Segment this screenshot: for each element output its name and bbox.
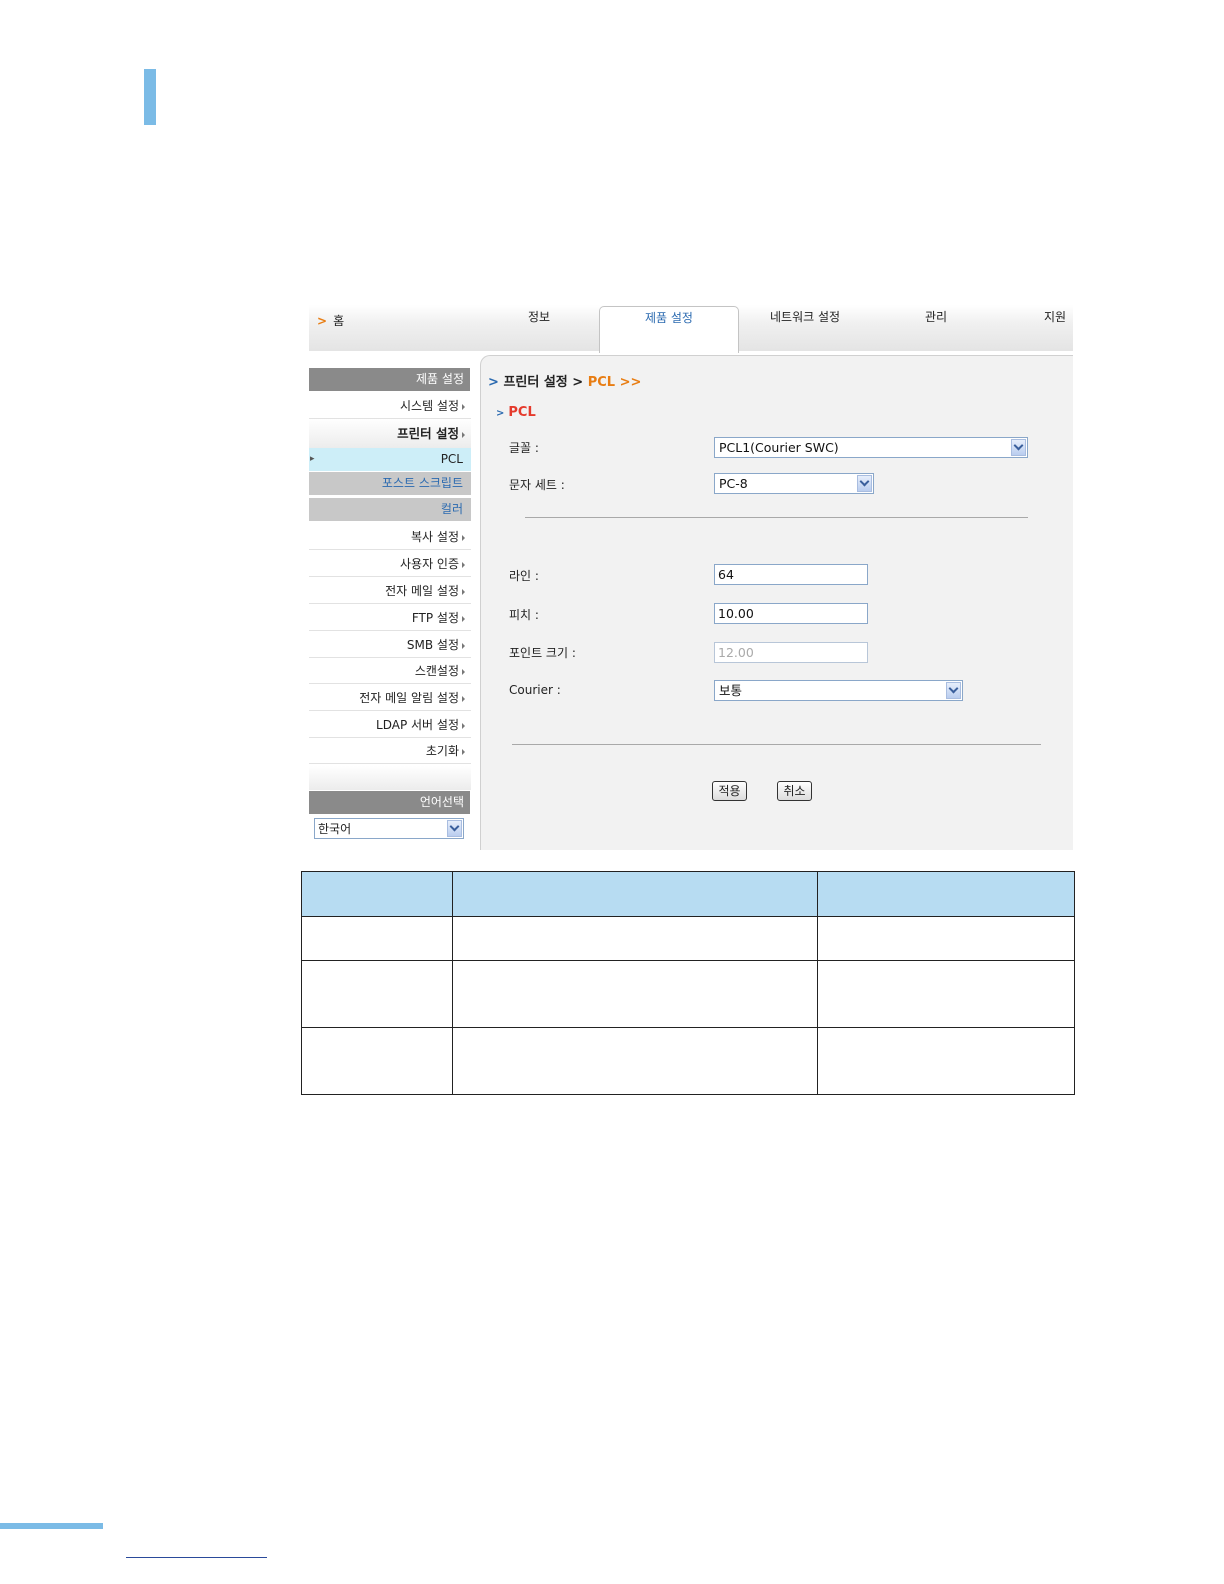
arrow-right-icon: [462, 642, 465, 649]
table-header-cell: [301, 871, 453, 917]
footer-rule: [126, 1557, 267, 1558]
breadcrumb-separator: >: [572, 375, 584, 390]
chevron-down-icon: [1011, 439, 1026, 456]
symbol-set-select[interactable]: PC-8: [714, 473, 874, 494]
arrow-right-icon: ▸: [310, 454, 315, 464]
table-cell: [817, 1027, 1075, 1095]
footer-accent-bar: [0, 1523, 103, 1529]
lines-label: 라인 :: [509, 569, 539, 583]
language-select[interactable]: 한국어: [314, 818, 464, 839]
pitch-input[interactable]: 10.00: [714, 603, 868, 624]
sidebar-item-ldap-settings[interactable]: LDAP 서버 설정: [309, 712, 471, 738]
courier-label: Courier :: [509, 683, 561, 697]
table-row: [301, 916, 1075, 961]
tab-info[interactable]: 정보: [528, 308, 550, 325]
table-cell: [452, 1027, 818, 1095]
tab-management[interactable]: 관리: [925, 308, 947, 325]
divider: [525, 517, 1028, 518]
nav-home-link[interactable]: > 홈: [317, 312, 344, 329]
chevron-down-icon: [447, 820, 462, 837]
chevron-down-icon: [946, 682, 961, 699]
arrow-right-icon: [462, 748, 465, 755]
tab-network-settings[interactable]: 네트워크 설정: [770, 308, 840, 325]
sidebar-subitem-color[interactable]: 컬러: [309, 498, 471, 521]
arrow-right-icon: [462, 431, 465, 438]
table-cell: [452, 960, 818, 1028]
top-navigation: > 홈 정보 제품 설정 네트워크 설정 관리 지원: [309, 305, 1073, 353]
description-table: [301, 871, 1075, 1095]
arrow-right-icon: [462, 403, 465, 410]
arrow-right-icon: [462, 615, 465, 622]
font-select[interactable]: PCL1(Courier SWC): [714, 437, 1028, 458]
point-size-label: 포인트 크기 :: [509, 646, 576, 660]
breadcrumb: > 프린터 설정 > PCL >>: [488, 375, 642, 390]
table-header-cell: [452, 871, 818, 917]
arrow-right-icon: [462, 695, 465, 702]
language-header: 언어선택: [309, 791, 470, 814]
cancel-button[interactable]: 취소: [777, 781, 812, 801]
sidebar-header: 제품 설정: [309, 368, 470, 391]
sidebar-subitem-pcl[interactable]: ▸ PCL: [309, 448, 471, 471]
main-panel: > 프린터 설정 > PCL >> > PCL 글꼴 : PCL1(Courier…: [480, 355, 1073, 850]
table-cell: [817, 960, 1075, 1028]
sidebar-item-reset[interactable]: 초기화: [309, 738, 471, 764]
section-title: > PCL: [496, 405, 536, 420]
arrow-right-icon: [462, 722, 465, 729]
courier-select[interactable]: 보통: [714, 680, 963, 701]
tab-support[interactable]: 지원: [1044, 308, 1066, 325]
pitch-label: 피치 :: [509, 608, 539, 622]
apply-button[interactable]: 적용: [712, 781, 747, 801]
table-cell: [301, 1027, 453, 1095]
font-label: 글꼴 :: [509, 441, 539, 455]
arrow-right-icon: [462, 534, 465, 541]
divider: [512, 744, 1041, 745]
table-header-row: [301, 871, 1075, 917]
arrow-right-icon: [462, 561, 465, 568]
sidebar-item-user-auth[interactable]: 사용자 인증: [309, 551, 471, 577]
sidebar-item-system-settings[interactable]: 시스템 설정: [309, 393, 471, 419]
table-row: [301, 960, 1075, 1028]
chevron-right-icon: >: [488, 375, 499, 390]
chapter-marker-bar: [144, 69, 156, 125]
sidebar-item-printer-settings[interactable]: 프린터 설정: [309, 419, 471, 448]
sidebar-item-ftp-settings[interactable]: FTP 설정: [309, 605, 471, 631]
table-header-cell: [817, 871, 1075, 917]
table-cell: [301, 960, 453, 1028]
lines-input[interactable]: 64: [714, 564, 868, 585]
chevron-right-icon: >: [317, 314, 328, 328]
table-cell: [817, 916, 1075, 961]
table-cell: [301, 916, 453, 961]
chevron-right-icon: >: [496, 408, 505, 419]
arrow-right-icon: [462, 588, 465, 595]
arrow-right-icon: [462, 668, 465, 675]
sidebar-subitem-postscript[interactable]: 포스트 스크립트: [309, 472, 471, 495]
sidebar-item-copy-settings[interactable]: 복사 설정: [309, 524, 471, 550]
sidebar-item-smb-settings[interactable]: SMB 설정: [309, 632, 471, 658]
tab-product-settings[interactable]: 제품 설정: [599, 306, 739, 353]
sidebar-item-scan-settings[interactable]: 스캔설정: [309, 658, 471, 684]
chevron-down-icon: [857, 475, 872, 492]
sidebar-item-email-alert-settings[interactable]: 전자 메일 알림 설정: [309, 685, 471, 711]
table-cell: [452, 916, 818, 961]
table-row: [301, 1027, 1075, 1095]
point-size-input: 12.00: [714, 642, 868, 663]
sidebar-spacer: [309, 766, 471, 790]
sidebar-item-email-settings[interactable]: 전자 메일 설정: [309, 578, 471, 604]
symbol-set-label: 문자 세트 :: [509, 478, 565, 492]
